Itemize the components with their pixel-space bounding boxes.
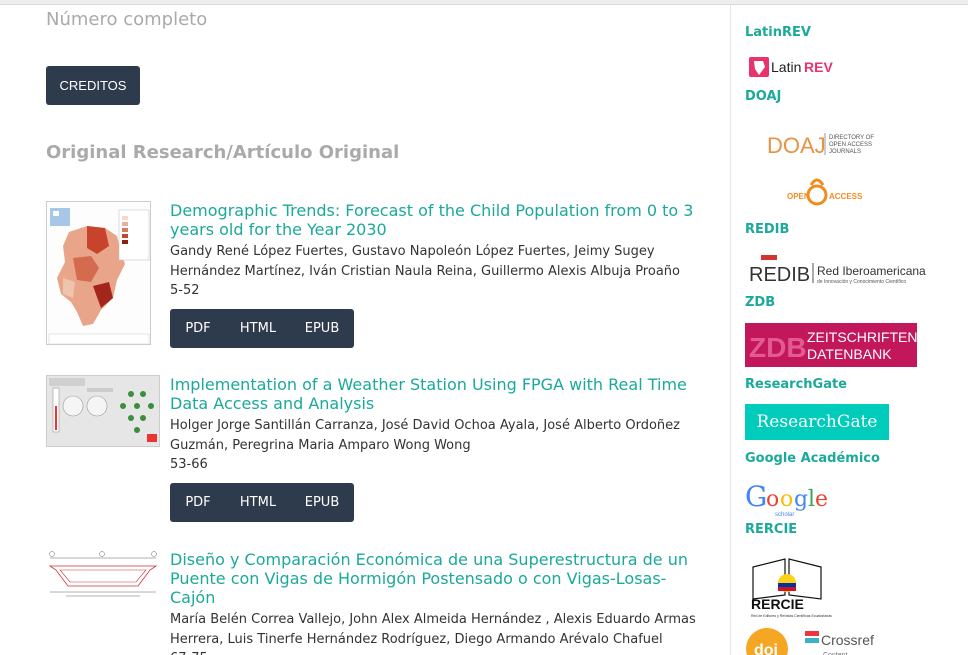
svg-text:G: G <box>745 480 767 513</box>
article-details: Implementation of a Weather Station Usin… <box>170 375 710 522</box>
html-galley-link[interactable]: HTML <box>226 483 290 522</box>
article-title-link[interactable]: Implementation of a Weather Station Usin… <box>170 375 710 413</box>
article-item: Diseño y Comparación Económica de una Su… <box>46 550 711 655</box>
main-content: Número completo CREDITOS Original Resear… <box>0 5 730 655</box>
researchgate-logo-text: ResearchGate <box>756 412 878 432</box>
svg-text:RERCIE: RERCIE <box>751 596 804 612</box>
svg-text:OPEN: OPEN <box>787 192 810 201</box>
article-details: Demographic Trends: Forecast of the Chil… <box>170 201 710 348</box>
sidebar-heading-rercie: RERCIE <box>745 522 798 537</box>
article-pages: 53-66 <box>170 457 208 472</box>
svg-text:o: o <box>766 487 779 512</box>
sidebar-heading-zdb: ZDB <box>745 295 776 310</box>
svg-text:ACCESS: ACCESS <box>829 192 863 201</box>
issue-title: Número completo <box>46 9 208 30</box>
article-authors: María Belén Correa Vallejo, John Alex Al… <box>170 612 696 647</box>
galley-links: PDF HTML EPUB <box>170 483 354 522</box>
google-scholar-logo[interactable]: G o o g l e scholar <box>745 476 841 520</box>
galley-links: PDF HTML EPUB <box>170 309 354 348</box>
svg-text:ZDB: ZDB <box>749 332 807 363</box>
rercie-logo[interactable]: RERCIE Red de Editores y Revistas Cientí… <box>747 555 837 619</box>
sidebar-heading-doaj: DOAJ <box>745 89 782 104</box>
svg-text:Crossref: Crossref <box>821 632 874 648</box>
article-details: Diseño y Comparación Económica de una Su… <box>170 550 710 655</box>
svg-text:JOURNALS: JOURNALS <box>829 149 861 155</box>
svg-text:doi: doi <box>754 642 778 655</box>
article-title-link[interactable]: Demographic Trends: Forecast of the Chil… <box>170 201 710 239</box>
article-authors: Gandy René López Fuertes, Gustavo Napole… <box>170 244 680 279</box>
sidebar-heading-researchgate: ResearchGate <box>745 377 848 392</box>
article-cover-image[interactable] <box>46 201 151 345</box>
epub-galley-link[interactable]: EPUB <box>290 309 354 348</box>
section-title: Original Research/Artículo Original <box>46 142 400 163</box>
sidebar-heading-redib: REDIB <box>745 222 790 237</box>
article-cover-image[interactable] <box>46 550 160 602</box>
credits-button[interactable]: CREDITOS <box>46 66 140 105</box>
svg-text:de Innovación y Conocimiento C: de Innovación y Conocimiento Científico <box>817 279 906 285</box>
pdf-galley-link[interactable]: PDF <box>170 309 226 348</box>
pdf-galley-link[interactable]: PDF <box>170 483 226 522</box>
redib-logo[interactable]: REDIB Red Iberoamericana de Innovación y… <box>749 253 929 286</box>
svg-text:e: e <box>815 487 828 512</box>
svg-text:Red de Editores y Revistas Cie: Red de Editores y Revistas Científicas E… <box>751 614 832 618</box>
sidebar: LatinREV Latin REV DOAJ DOAJ DIRECTORY O… <box>730 5 968 655</box>
svg-text:OPEN ACCESS: OPEN ACCESS <box>829 142 872 148</box>
epub-galley-link[interactable]: EPUB <box>290 483 354 522</box>
svg-text:Red Iberoamericana: Red Iberoamericana <box>817 264 926 278</box>
sidebar-heading-latinrev: LatinREV <box>745 25 811 40</box>
svg-text:o: o <box>780 487 793 512</box>
article-item: Demographic Trends: Forecast of the Chil… <box>46 201 711 351</box>
article-title-link[interactable]: Diseño y Comparación Económica de una Su… <box>170 550 710 607</box>
svg-text:REDIB: REDIB <box>749 264 810 285</box>
researchgate-logo[interactable]: ResearchGate <box>745 404 889 440</box>
svg-text:l: l <box>808 487 815 512</box>
svg-text:REV: REV <box>804 59 833 75</box>
svg-text:Latin: Latin <box>771 59 801 75</box>
svg-text:scholar: scholar <box>775 512 794 518</box>
svg-text:DOAJ: DOAJ <box>767 133 826 158</box>
article-item: Implementation of a Weather Station Usin… <box>46 375 711 525</box>
open-access-logo[interactable]: OPEN ACCESS <box>783 173 863 213</box>
article-authors: Holger Jorge Santillán Carranza, José Da… <box>170 418 680 453</box>
doi-crossref-logos[interactable]: doi Crossref Content <box>745 627 905 655</box>
zdb-logo[interactable]: ZDB ZEITSCHRIFTEN DATENBANK <box>745 323 917 367</box>
svg-text:g: g <box>794 487 808 512</box>
article-pages: 5-52 <box>170 283 200 298</box>
svg-text:DIRECTORY OF: DIRECTORY OF <box>829 135 874 141</box>
article-pages: 67-75 <box>170 650 710 655</box>
doaj-logo[interactable]: DOAJ DIRECTORY OF OPEN ACCESS JOURNALS <box>767 129 877 159</box>
article-cover-image[interactable] <box>46 375 160 447</box>
sidebar-heading-google-academico: Google Académico <box>745 451 880 466</box>
svg-text:DATENBANK: DATENBANK <box>807 346 892 362</box>
html-galley-link[interactable]: HTML <box>226 309 290 348</box>
svg-text:ZEITSCHRIFTEN: ZEITSCHRIFTEN <box>807 329 917 345</box>
latinrev-logo[interactable]: Latin REV <box>749 55 833 79</box>
